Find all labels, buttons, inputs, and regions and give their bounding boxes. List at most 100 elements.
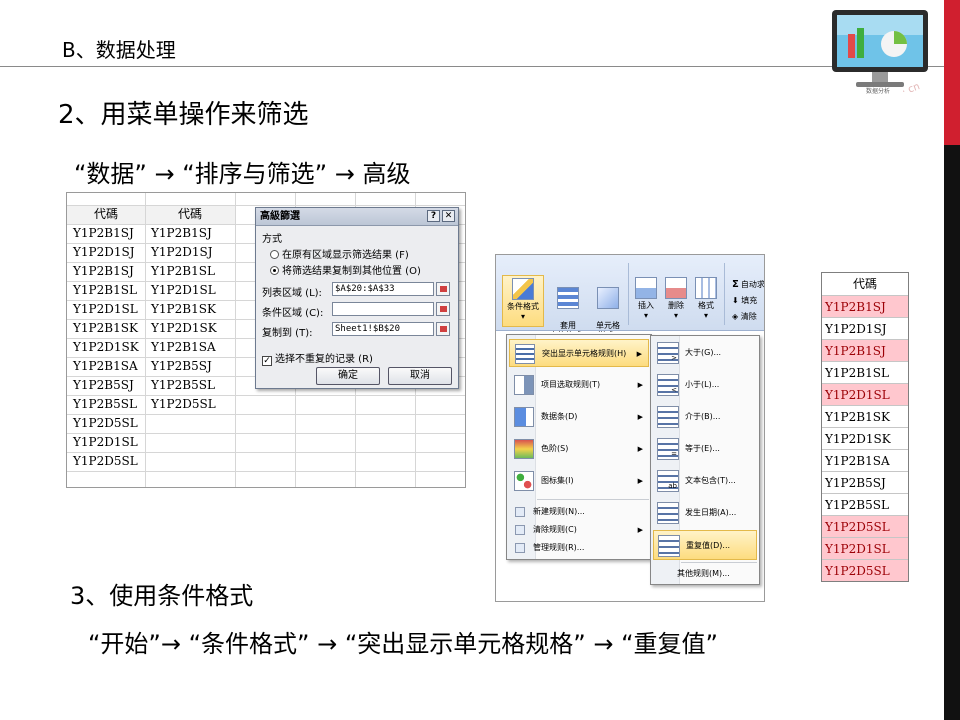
highlight-rules-icon (515, 344, 535, 364)
sheet-cell[interactable]: Y1P2B1SJ (67, 224, 145, 243)
greater-than-icon: > (657, 342, 679, 364)
duplicate-highlight-list: 代碼 Y1P2B1SJ Y1P2D1SJ Y1P2B1SJ Y1P2B1SL Y1P2D… (821, 272, 909, 582)
submenu-item-greater-than[interactable]: > 大于(G)... (653, 338, 757, 368)
sheet-cell[interactable]: Y1P2D1SJ (67, 243, 145, 262)
grid-line (67, 205, 465, 206)
sheet-cell[interactable]: Y1P2D1SK (145, 319, 235, 338)
manage-rules-icon (515, 543, 525, 553)
eraser-icon: ◈ (732, 312, 741, 321)
sheet-cell[interactable]: Y1P2D1SK (67, 338, 145, 357)
submenu-item-date-occurring[interactable]: 发生日期(A)... (653, 498, 757, 528)
cancel-button[interactable]: 取消 (388, 367, 452, 385)
menu-item-new-rule[interactable]: 新建规则(N)... (509, 503, 649, 521)
fill-button[interactable]: ⬇ 填充 (732, 295, 757, 306)
menu-separator (537, 499, 649, 500)
option-in-place[interactable]: 在原有区域显示筛选结果 (F) (270, 246, 409, 261)
sheet-cell[interactable]: Y1P2B5SL (67, 395, 145, 414)
table-style-icon (557, 287, 579, 309)
list-row: Y1P2D1SJ (822, 317, 908, 339)
sheet-cell[interactable]: Y1P2B1SK (67, 319, 145, 338)
new-rule-icon (515, 507, 525, 517)
sheet-cell[interactable]: Y1P2D1SJ (145, 243, 235, 262)
mode-group-label: 方式 (262, 234, 282, 245)
group-separator (628, 263, 629, 325)
close-button[interactable]: ✕ (442, 210, 455, 222)
radio-button-selected[interactable] (270, 266, 279, 275)
text-contains-icon: ab (657, 470, 679, 492)
sheet-cell[interactable]: Y1P2D1SL (67, 300, 145, 319)
date-occurring-icon (657, 502, 679, 524)
sheet-cell[interactable]: Y1P2B5SL (145, 376, 235, 395)
sheet-cell[interactable]: Y1P2D5SL (145, 395, 235, 414)
menu-item-icon-sets[interactable]: 图标集(I) ▶ (509, 467, 649, 495)
menu-item-manage-rules[interactable]: 管理规则(R)... (509, 539, 649, 557)
grid-line (67, 471, 465, 472)
submenu-item-more-rules[interactable]: 其他规则(M)... (653, 565, 757, 583)
submenu-item-less-than[interactable]: < 小于(L)... (653, 370, 757, 400)
sheet-cell[interactable]: Y1P2B1SL (145, 262, 235, 281)
insert-icon (635, 277, 657, 299)
ok-button[interactable]: 确定 (316, 367, 380, 385)
clear-button[interactable]: ◈ 清除 (732, 311, 757, 322)
sheet-cell[interactable]: Y1P2B5SJ (67, 376, 145, 395)
sheet-cell[interactable]: Y1P2B1SA (67, 357, 145, 376)
submenu-item-duplicate-values[interactable]: 重复值(D)... (653, 530, 757, 560)
submenu-item-text-contains[interactable]: ab 文本包含(T)... (653, 466, 757, 496)
sheet-cell[interactable]: Y1P2D5SL (67, 414, 145, 433)
list-row: Y1P2B1SK (822, 405, 908, 427)
grid-line (235, 193, 236, 487)
sigma-icon: Σ (732, 279, 739, 290)
submenu-arrow-icon: ▶ (637, 413, 643, 421)
sheet-cell[interactable]: Y1P2B1SJ (67, 262, 145, 281)
list-row-duplicate: Y1P2B1SJ (822, 339, 908, 361)
checkbox-checked-icon[interactable]: ✓ (262, 356, 272, 366)
sheet-cell[interactable]: Y1P2B5SJ (145, 357, 235, 376)
autosum-button[interactable]: Σ 自动求 (732, 279, 764, 290)
submenu-arrow-icon: ▶ (637, 477, 643, 485)
highlight-rules-submenu: > 大于(G)... < 小于(L)... 介于(B)... = 等于(E)... a… (650, 335, 760, 585)
heading-conditional-format: 3、使用条件格式 (70, 582, 254, 610)
group-separator (724, 263, 725, 325)
equal-to-icon: = (657, 438, 679, 460)
sheet-cell[interactable]: Y1P2D1SL (145, 281, 235, 300)
conditional-format-screenshot: 条件格式▾ 套用 表格格式 · 单元格 样式 · 插入▾ 删除▾ 格式▾ Σ自动… (495, 254, 765, 602)
less-than-icon: < (657, 374, 679, 396)
unique-records-checkbox[interactable]: ✓ 选择不重复的记录 (R) (262, 350, 373, 366)
radio-button[interactable] (270, 250, 279, 259)
option-copy-elsewhere[interactable]: 将筛选结果复制到其他位置 (O) (270, 262, 421, 277)
data-bars-icon (514, 407, 534, 427)
sheet-cell[interactable]: Y1P2B1SL (67, 281, 145, 300)
insert-button[interactable]: 插入 ▾ (632, 277, 660, 321)
submenu-item-between[interactable]: 介于(B)... (653, 402, 757, 432)
format-button[interactable]: 格式 ▾ (692, 277, 720, 321)
list-header: 代碼 (852, 277, 877, 291)
menu-item-highlight-rules[interactable]: 突出显示单元格规则(H) ▶ (509, 339, 649, 367)
sheet-cell[interactable]: Y1P2B1SJ (145, 224, 235, 243)
criteria-range-field[interactable] (332, 302, 434, 316)
sheet-cell[interactable]: Y1P2B1SA (145, 338, 235, 357)
delete-button[interactable]: 删除 ▾ (662, 277, 690, 321)
sheet-cell[interactable]: Y1P2B1SK (145, 300, 235, 319)
list-range-field[interactable]: $A$20:$A$33 (332, 282, 434, 296)
fill-icon: ⬇ (732, 296, 742, 305)
menu-item-clear-rules[interactable]: 清除规则(C) ▶ (509, 521, 649, 539)
menu-item-top-bottom-rules[interactable]: 项目选取规则(T) ▶ (509, 371, 649, 399)
submenu-item-equal-to[interactable]: = 等于(E)... (653, 434, 757, 464)
dialog-title: 高級篩選 ? ✕ (256, 208, 458, 226)
advanced-filter-screenshot: 代碼 代碼 Y1P2B1SJ Y1P2D1SJ Y1P2B1SJ Y1P2B1SL Y1… (66, 192, 466, 488)
submenu-arrow-icon: ▶ (637, 526, 643, 534)
sheet-cell[interactable]: Y1P2D5SL (67, 452, 145, 471)
help-button[interactable]: ? (427, 210, 440, 222)
conditional-format-button[interactable]: 条件格式 ▾ (502, 275, 544, 327)
sheet-cell[interactable]: Y1P2D1SL (67, 433, 145, 452)
range-picker-icon[interactable] (436, 282, 450, 296)
menu-item-color-scales[interactable]: 色阶(S) ▶ (509, 435, 649, 463)
top-bottom-icon (514, 375, 534, 395)
range-picker-icon[interactable] (436, 302, 450, 316)
menu-item-data-bars[interactable]: 数据条(D) ▶ (509, 403, 649, 431)
ribbon: 条件格式▾ 套用 表格格式 · 单元格 样式 · 插入▾ 删除▾ 格式▾ Σ自动… (496, 255, 764, 340)
section-title: B、数据处理 (62, 38, 176, 62)
range-picker-icon[interactable] (436, 322, 450, 336)
copy-to-field[interactable]: Sheet1!$B$20 (332, 322, 434, 336)
criteria-range-label: 条件区域 (C): (262, 308, 324, 319)
